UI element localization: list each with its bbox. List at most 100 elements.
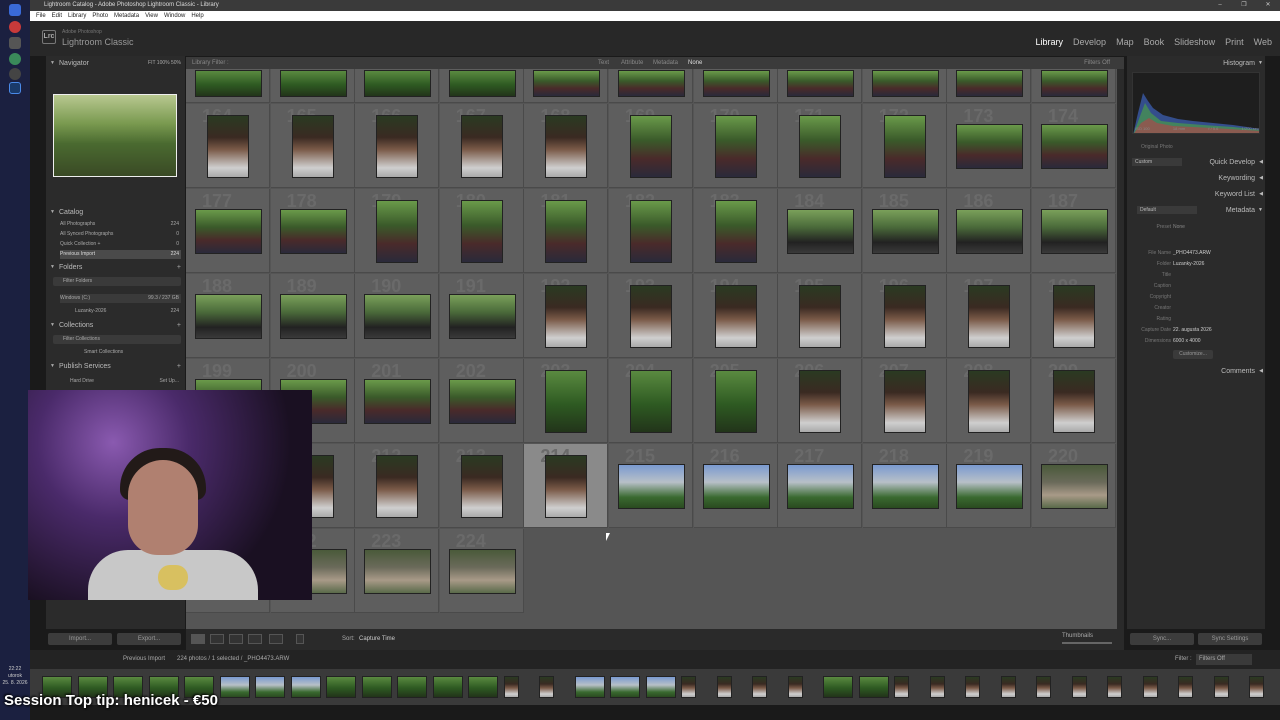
filmstrip-thumbnail[interactable] <box>858 676 889 698</box>
grid-cell[interactable]: 193 <box>609 274 693 358</box>
photo-thumbnail[interactable] <box>376 455 419 518</box>
module-develop[interactable]: Develop <box>1073 37 1106 47</box>
photo-thumbnail[interactable] <box>956 70 1024 97</box>
saved-preset-dropdown[interactable]: Custom <box>1132 158 1182 166</box>
filmstrip-thumbnail[interactable] <box>539 676 554 698</box>
filmstrip-thumbnail[interactable] <box>929 676 945 698</box>
thumbnail-size-slider[interactable] <box>1062 642 1112 644</box>
photo-thumbnail[interactable] <box>714 200 757 263</box>
metadata-header[interactable]: Default Metadata ▼ <box>1127 205 1265 216</box>
grid-cell[interactable] <box>862 69 947 103</box>
grid-cell[interactable] <box>1032 69 1116 103</box>
filmstrip-filter-dropdown[interactable]: Filters Off <box>1196 654 1252 665</box>
menu-help[interactable]: Help <box>191 11 203 21</box>
grid-scrollbar[interactable] <box>1117 69 1124 629</box>
filter-text[interactable]: Text <box>598 57 609 69</box>
grid-cell[interactable]: 190 <box>355 274 440 358</box>
filmstrip-thumbnail[interactable] <box>1071 676 1087 698</box>
metadata-field-row[interactable]: Caption <box>1127 282 1265 291</box>
grid-cell[interactable]: 170 <box>693 104 778 188</box>
grid-cell[interactable]: 216 <box>693 444 778 528</box>
filmstrip-thumbnail[interactable] <box>326 676 356 698</box>
grid-cell[interactable] <box>609 69 693 103</box>
photo-thumbnail[interactable] <box>1041 70 1108 97</box>
grid-cell[interactable] <box>186 69 270 103</box>
filmstrip-thumbnail[interactable] <box>645 676 676 698</box>
keywording-header[interactable]: Keywording ◀ <box>1127 173 1265 184</box>
grid-cell[interactable] <box>778 69 863 103</box>
module-print[interactable]: Print <box>1225 37 1244 47</box>
filter-none[interactable]: None <box>688 57 702 69</box>
metadata-field-value[interactable]: Luzanky-2026 <box>1173 260 1204 269</box>
grid-cell[interactable]: 183 <box>693 189 778 273</box>
filmstrip-thumbnail[interactable] <box>1213 676 1229 698</box>
photo-thumbnail[interactable] <box>195 209 262 254</box>
grid-cell[interactable]: 206 <box>778 359 863 443</box>
catalog-item-all-photos[interactable]: All Photographs 224 <box>60 220 181 229</box>
app-icon[interactable] <box>9 53 21 65</box>
grid-cell[interactable]: 168 <box>524 104 609 188</box>
sync-settings-button[interactable]: Sync Settings <box>1198 633 1262 645</box>
grid-cell[interactable] <box>270 69 355 103</box>
windows-start-icon[interactable] <box>9 4 21 16</box>
filmstrip-thumbnail[interactable] <box>716 676 732 698</box>
grid-cell[interactable]: 186 <box>947 189 1032 273</box>
photo-thumbnail[interactable] <box>630 200 672 263</box>
filmstrip-thumbnail[interactable] <box>503 676 519 698</box>
photo-thumbnail[interactable] <box>630 285 672 348</box>
photo-thumbnail[interactable] <box>883 370 926 433</box>
filmstrip-thumbnail[interactable] <box>468 676 498 698</box>
photo-thumbnail[interactable] <box>364 70 432 97</box>
photo-thumbnail[interactable] <box>376 115 419 178</box>
people-view-icon[interactable] <box>269 634 283 644</box>
grid-cell[interactable]: 191 <box>439 274 524 358</box>
survey-view-icon[interactable] <box>248 634 262 644</box>
close-button[interactable]: ✕ <box>1256 0 1280 11</box>
grid-cell[interactable]: 207 <box>862 359 947 443</box>
folders-header[interactable]: ▼ Folders + <box>46 262 185 273</box>
filmstrip-thumbnail[interactable] <box>219 676 250 698</box>
photo-thumbnail[interactable] <box>376 200 419 263</box>
grid-cell[interactable]: 173 <box>947 104 1032 188</box>
grid-cell[interactable]: 201 <box>355 359 440 443</box>
sort-dropdown[interactable]: Capture Time <box>359 636 395 642</box>
grid-cell[interactable]: 167 <box>439 104 524 188</box>
app-icon[interactable] <box>9 68 21 80</box>
publish-services-header[interactable]: ▼ Publish Services + <box>46 361 185 372</box>
grid-cell[interactable]: 208 <box>947 359 1032 443</box>
menu-file[interactable]: File <box>36 11 46 21</box>
grid-cell[interactable]: 172 <box>862 104 947 188</box>
photo-thumbnail[interactable] <box>448 294 516 339</box>
photo-thumbnail[interactable] <box>956 209 1024 254</box>
loupe-view-icon[interactable] <box>210 634 224 644</box>
filmstrip-thumbnail[interactable] <box>1036 676 1051 698</box>
metadata-preset-dropdown[interactable]: Default <box>1137 206 1197 214</box>
photo-thumbnail[interactable] <box>883 115 926 178</box>
menu-photo[interactable]: Photo <box>92 11 108 21</box>
menu-metadata[interactable]: Metadata <box>114 11 139 21</box>
grid-cell[interactable]: 215 <box>609 444 693 528</box>
grid-cell[interactable]: 218 <box>862 444 947 528</box>
photo-thumbnail[interactable] <box>702 464 770 509</box>
filmstrip-thumbnail[interactable] <box>752 676 767 698</box>
photo-thumbnail[interactable] <box>448 549 516 594</box>
original-photo-checkbox[interactable]: Original Photo <box>1127 143 1265 152</box>
filter-metadata[interactable]: Metadata <box>653 57 678 69</box>
grid-cell[interactable]: 194 <box>693 274 778 358</box>
metadata-field-row[interactable]: Copyright <box>1127 293 1265 302</box>
metadata-field-row[interactable]: Dimensions 6000 x 4000 <box>1127 337 1265 346</box>
grid-cell[interactable]: 203 <box>524 359 609 443</box>
metadata-field-row[interactable]: Capture Date 22. augusta 2026 <box>1127 326 1265 335</box>
grid-cell[interactable]: 204 <box>609 359 693 443</box>
menu-view[interactable]: View <box>145 11 158 21</box>
photo-thumbnail[interactable] <box>460 455 503 518</box>
filmstrip-thumbnail[interactable] <box>1249 676 1264 698</box>
comments-header[interactable]: Comments ◀ <box>1127 366 1265 377</box>
photo-thumbnail[interactable] <box>714 115 757 178</box>
grid-cell[interactable]: 181 <box>524 189 609 273</box>
filter-attribute[interactable]: Attribute <box>621 57 643 69</box>
photo-thumbnail[interactable] <box>448 70 516 97</box>
module-map[interactable]: Map <box>1116 37 1134 47</box>
photo-thumbnail[interactable] <box>630 370 672 433</box>
photo-thumbnail[interactable] <box>195 70 262 97</box>
